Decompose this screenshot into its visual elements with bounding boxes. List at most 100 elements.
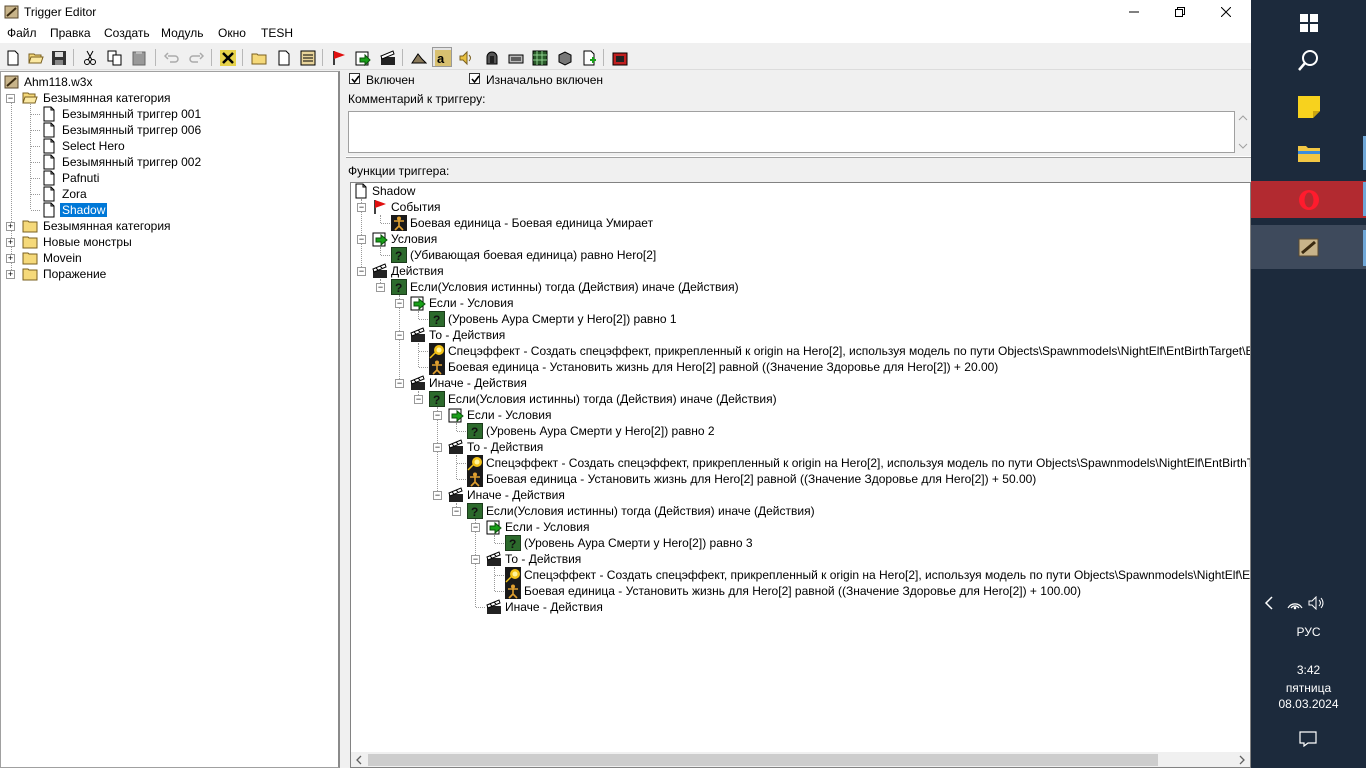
map-file-icon bbox=[4, 75, 19, 89]
clock-time[interactable]: 3:42 bbox=[1251, 663, 1366, 677]
file-explorer-button[interactable] bbox=[1251, 130, 1366, 176]
new-comment-button[interactable] bbox=[297, 47, 317, 67]
expand-toggle[interactable]: + bbox=[6, 238, 15, 247]
collapse-toggle[interactable]: − bbox=[452, 507, 461, 516]
unit-icon bbox=[429, 359, 445, 375]
scrollbar-thumb[interactable] bbox=[368, 754, 1158, 766]
paste-icon bbox=[132, 51, 146, 66]
restore-button[interactable] bbox=[1157, 0, 1203, 24]
copy-button[interactable] bbox=[104, 47, 124, 67]
red-flag-icon bbox=[374, 200, 386, 214]
chevron-left-icon[interactable] bbox=[1263, 596, 1275, 610]
redo-button[interactable] bbox=[185, 47, 205, 67]
opera-button[interactable] bbox=[1251, 181, 1366, 218]
initially-enabled-checkbox[interactable] bbox=[469, 73, 480, 84]
new-condition-button[interactable] bbox=[352, 47, 372, 67]
condition-arrow-icon bbox=[410, 296, 426, 311]
expand-toggle[interactable]: + bbox=[6, 222, 15, 231]
tree-item-label: Pafnuti bbox=[62, 171, 100, 185]
collapse-toggle[interactable]: − bbox=[433, 411, 442, 420]
ai-editor-button[interactable] bbox=[505, 47, 525, 67]
save-button[interactable] bbox=[48, 47, 68, 67]
collapse-toggle[interactable]: − bbox=[433, 491, 442, 500]
object-manager-button[interactable] bbox=[529, 47, 549, 67]
notifications-icon[interactable] bbox=[1299, 731, 1317, 747]
comment-scrollbar[interactable] bbox=[1235, 111, 1251, 153]
trigger-editor-button[interactable]: a bbox=[432, 47, 452, 67]
terrain-editor-button[interactable] bbox=[408, 47, 428, 67]
trigger-page-icon bbox=[278, 50, 290, 66]
pane-splitter[interactable] bbox=[346, 156, 1251, 158]
keyboard-icon bbox=[508, 54, 524, 64]
test-map-icon bbox=[612, 52, 628, 66]
collapse-toggle[interactable]: − bbox=[376, 283, 385, 292]
collapse-toggle[interactable]: − bbox=[471, 555, 480, 564]
test-map-button[interactable] bbox=[609, 47, 629, 67]
comment-textarea[interactable] bbox=[348, 111, 1235, 153]
menu-edit[interactable]: Правка bbox=[50, 26, 91, 40]
collapse-toggle[interactable]: − bbox=[357, 203, 366, 212]
delete-button[interactable] bbox=[217, 47, 237, 67]
collapse-toggle[interactable]: − bbox=[395, 379, 404, 388]
collapse-toggle[interactable]: − bbox=[357, 235, 366, 244]
box-icon bbox=[558, 51, 572, 66]
world-editor-taskbar-button[interactable] bbox=[1251, 225, 1366, 269]
clock-date[interactable]: 08.03.2024 bbox=[1251, 697, 1366, 711]
menu-tesh[interactable]: TESH bbox=[261, 26, 293, 40]
paste-button[interactable] bbox=[128, 47, 148, 67]
trigger-details-pane: Включен Изначально включен Комментарий к… bbox=[342, 71, 1251, 768]
close-button[interactable] bbox=[1203, 0, 1249, 24]
function-item-label: События bbox=[391, 200, 441, 214]
sticky-notes-button[interactable] bbox=[1251, 84, 1366, 130]
horizontal-scrollbar[interactable] bbox=[351, 752, 1250, 767]
clock-day[interactable]: пятница bbox=[1251, 681, 1366, 695]
minimize-button[interactable] bbox=[1111, 0, 1157, 24]
sound-editor-button[interactable] bbox=[456, 47, 476, 67]
collapse-toggle[interactable]: − bbox=[471, 523, 480, 532]
wifi-icon[interactable] bbox=[1286, 596, 1304, 610]
restore-icon bbox=[1175, 7, 1185, 17]
enabled-label: Включен bbox=[366, 73, 415, 87]
file-explorer-icon bbox=[1297, 146, 1320, 162]
input-language[interactable]: РУС bbox=[1251, 625, 1366, 639]
tree-item-label: Безымянный триггер 001 bbox=[62, 107, 202, 121]
menu-create[interactable]: Создать bbox=[104, 26, 150, 40]
function-item-label: Спецэффект - Создать спецэффект, прикреп… bbox=[486, 456, 1251, 470]
object-editor-button[interactable] bbox=[481, 47, 501, 67]
world-editor-icon bbox=[1298, 238, 1318, 257]
initially-enabled-label: Изначально включен bbox=[486, 73, 604, 87]
menu-module[interactable]: Модуль bbox=[161, 26, 204, 40]
enabled-checkbox[interactable] bbox=[349, 73, 360, 84]
function-item-label: Shadow bbox=[372, 184, 416, 198]
function-item-label: Иначе - Действия bbox=[505, 600, 603, 614]
new-event-button[interactable] bbox=[328, 47, 348, 67]
new-action-button[interactable] bbox=[377, 47, 397, 67]
function-item-label: Действия bbox=[391, 264, 444, 278]
collapse-toggle[interactable]: − bbox=[6, 94, 15, 103]
menu-file[interactable]: Файл bbox=[7, 26, 37, 40]
import-manager-button[interactable] bbox=[554, 47, 574, 67]
menu-window[interactable]: Окно bbox=[218, 26, 246, 40]
volume-icon[interactable] bbox=[1308, 596, 1326, 610]
collapse-toggle[interactable]: − bbox=[414, 395, 423, 404]
expand-toggle[interactable]: + bbox=[6, 254, 15, 263]
new-button[interactable] bbox=[2, 47, 22, 67]
undo-button[interactable] bbox=[161, 47, 181, 67]
page-plus-icon bbox=[583, 50, 596, 66]
collapse-toggle[interactable]: − bbox=[357, 267, 366, 276]
search-button[interactable] bbox=[1251, 37, 1366, 83]
function-item-label: Если - Условия bbox=[467, 408, 552, 422]
open-button[interactable] bbox=[25, 47, 45, 67]
expand-toggle[interactable]: + bbox=[6, 270, 15, 279]
collapse-toggle[interactable]: − bbox=[395, 299, 404, 308]
svg-text:?: ? bbox=[433, 393, 440, 407]
new-category-button[interactable] bbox=[248, 47, 268, 67]
new-trigger-button[interactable] bbox=[273, 47, 293, 67]
question-icon: ? bbox=[391, 247, 407, 263]
condition-arrow-icon bbox=[448, 408, 464, 423]
campaign-editor-button[interactable] bbox=[578, 47, 598, 67]
collapse-toggle[interactable]: − bbox=[433, 443, 442, 452]
function-item-label: Если(Условия истинны) тогда (Действия) и… bbox=[410, 280, 739, 294]
collapse-toggle[interactable]: − bbox=[395, 331, 404, 340]
cut-button[interactable] bbox=[79, 47, 99, 67]
